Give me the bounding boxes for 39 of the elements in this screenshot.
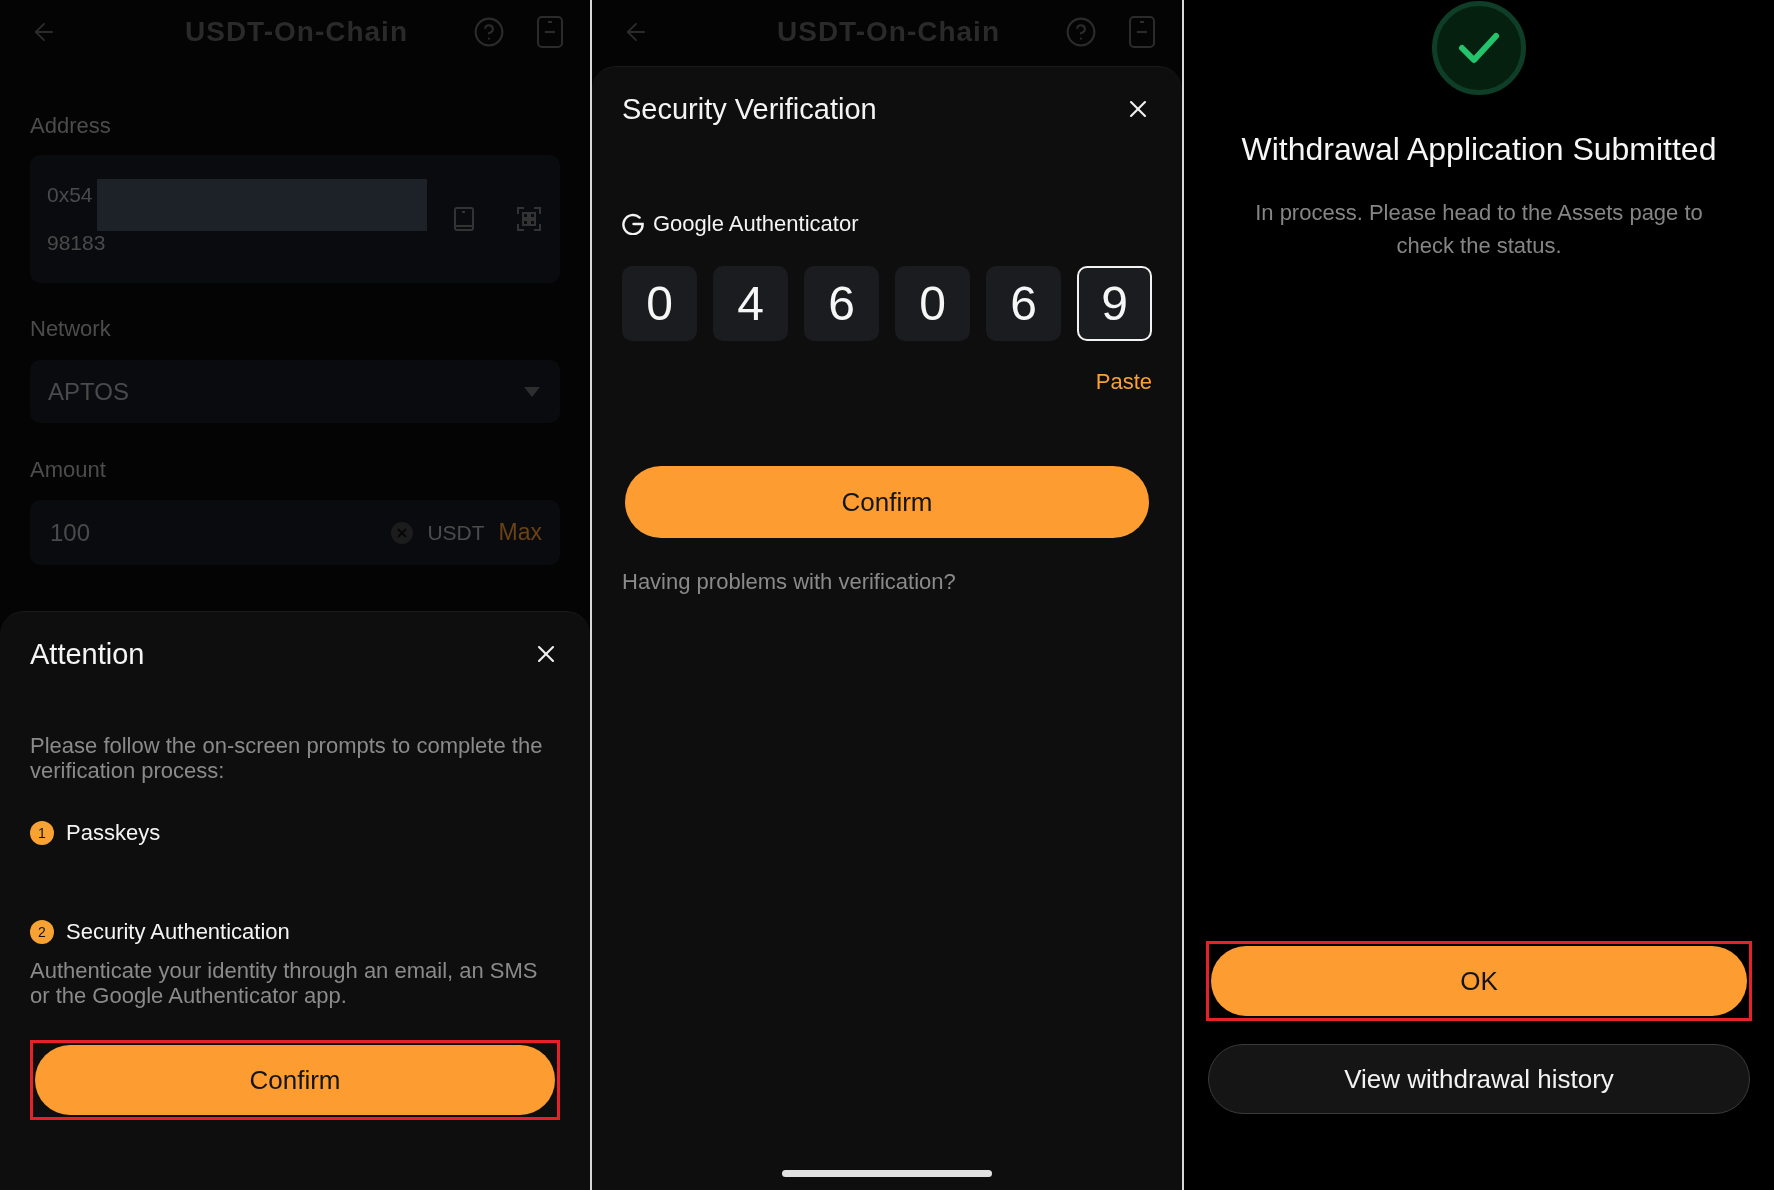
field-label: Address xyxy=(30,114,112,138)
step-number: 1 xyxy=(30,821,54,845)
step-description: Authenticate your identity through an email, an SMS or the Google Authenticator app. xyxy=(30,958,539,1008)
step-title: Security Authentication xyxy=(66,920,290,944)
auth-method-label: Google Authenticator xyxy=(653,212,859,236)
step-title: Passkeys xyxy=(66,821,161,845)
unit-label: USDT xyxy=(427,520,485,545)
document-icon[interactable] xyxy=(537,16,563,48)
paste-button[interactable]: Paste xyxy=(1095,370,1152,394)
g-letter-icon xyxy=(622,213,644,235)
step-number: 2 xyxy=(30,920,54,944)
code-digit-field[interactable]: 6 xyxy=(986,266,1061,341)
result-message: In process. Please head to the Assets page to check the status. xyxy=(1254,199,1704,260)
address-text: 0x54 xyxy=(47,182,93,208)
ok-button[interactable]: OK xyxy=(1211,946,1747,1016)
code-digit-field[interactable]: 9 xyxy=(1077,266,1152,341)
field-label: Network xyxy=(30,317,112,341)
result-title: Withdrawal Application Submitted xyxy=(1241,133,1717,165)
code-digit-field[interactable]: 4 xyxy=(713,266,788,341)
code-digit-field[interactable]: 6 xyxy=(804,266,879,341)
amount-value: 100 xyxy=(50,518,91,547)
help-link[interactable]: Having problems with verification? xyxy=(622,570,956,594)
code-digit-field[interactable]: 0 xyxy=(622,266,697,341)
view-history-button[interactable]: View withdrawal history xyxy=(1208,1044,1750,1114)
intro-text: Please follow the on-screen prompts to complete the verification process: xyxy=(30,733,544,783)
scan-icon[interactable] xyxy=(517,207,541,231)
help-icon[interactable] xyxy=(1065,16,1097,48)
caret-icon xyxy=(524,386,540,397)
code-digit-field[interactable]: 0 xyxy=(895,266,970,341)
confirm-button[interactable]: Confirm xyxy=(625,466,1149,538)
book-icon[interactable] xyxy=(454,207,474,231)
sheet-title: Security Verification xyxy=(622,93,877,125)
success-check-icon xyxy=(1432,1,1526,95)
document-icon[interactable] xyxy=(1129,16,1155,48)
help-icon[interactable] xyxy=(473,16,505,48)
address-text: 98183 xyxy=(47,231,107,255)
field-label: Amount xyxy=(30,458,107,482)
confirm-button[interactable]: Confirm xyxy=(35,1045,555,1115)
sheet-title: Attention xyxy=(30,638,145,670)
